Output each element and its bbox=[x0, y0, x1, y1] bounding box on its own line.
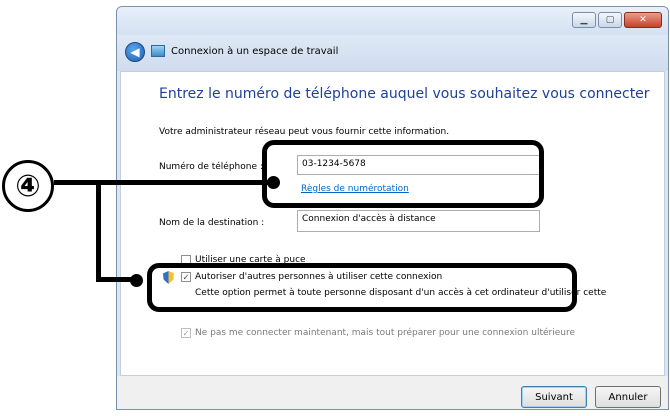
wizard-header: ◀ Connexion à un espace de travail bbox=[117, 35, 668, 71]
close-button[interactable]: ✕ bbox=[624, 12, 662, 28]
window-controls: ▁ ▢ ✕ bbox=[572, 12, 662, 28]
next-button[interactable]: Suivant bbox=[521, 386, 587, 408]
info-text: Votre administrateur réseau peut vous fo… bbox=[159, 127, 450, 137]
dont-connect-label: Ne pas me connecter maintenant, mais tou… bbox=[195, 328, 575, 338]
step-number-badge: ④ bbox=[2, 160, 54, 212]
phone-label: Numéro de téléphone : bbox=[159, 162, 263, 172]
network-connection-icon bbox=[151, 45, 165, 57]
wizard-content: Entrez le numéro de téléphone auquel vou… bbox=[120, 71, 665, 376]
page-heading: Entrez le numéro de téléphone auquel vou… bbox=[159, 86, 650, 102]
destination-input[interactable]: Connexion d'accès à distance bbox=[297, 210, 540, 232]
wizard-footer: Suivant Annuler bbox=[117, 376, 668, 409]
back-arrow-icon[interactable]: ◀ bbox=[125, 42, 145, 62]
phone-callout-frame bbox=[262, 140, 544, 208]
cancel-button[interactable]: Annuler bbox=[595, 386, 661, 408]
callout-line-allow bbox=[96, 277, 136, 282]
dialog-window: ▁ ▢ ✕ ◀ Connexion à un espace de travail… bbox=[116, 6, 669, 410]
allow-others-callout-frame bbox=[147, 263, 577, 312]
callout-line-vertical bbox=[96, 180, 101, 280]
title-bar: ▁ ▢ ✕ bbox=[117, 7, 668, 35]
callout-line-phone bbox=[54, 180, 272, 185]
maximize-button[interactable]: ▢ bbox=[598, 12, 622, 28]
minimize-button[interactable]: ▁ bbox=[572, 12, 596, 28]
destination-label: Nom de la destination : bbox=[159, 218, 265, 228]
window-title: Connexion à un espace de travail bbox=[171, 46, 339, 57]
dont-connect-checkbox: ✓ bbox=[181, 328, 191, 338]
